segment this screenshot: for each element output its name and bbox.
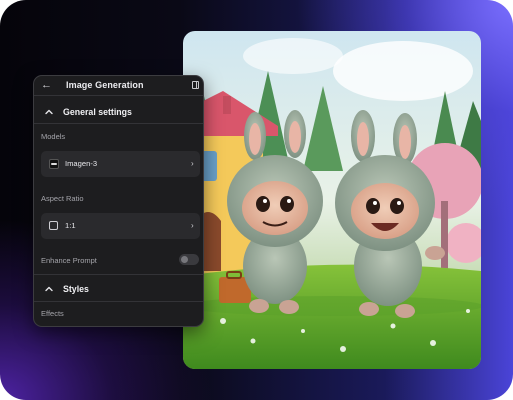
aspect-ratio-select[interactable]: 1:1 › — [41, 213, 200, 239]
arrow-left-icon[interactable]: ← — [41, 79, 52, 91]
panel-right-icon[interactable] — [192, 81, 199, 89]
panel-title: Image Generation — [66, 80, 144, 90]
generated-image[interactable] — [183, 31, 481, 369]
hero-card: ← Image Generation General settings Mode… — [0, 0, 513, 400]
section-styles[interactable]: Styles — [34, 280, 203, 300]
chevron-right-icon: › — [191, 159, 194, 168]
aspect-ratio-label: Aspect Ratio — [41, 194, 84, 203]
chevron-right-icon: › — [191, 221, 194, 230]
section-title: Styles — [63, 284, 89, 294]
divider — [34, 123, 203, 124]
model-icon — [49, 159, 59, 169]
chevron-up-icon — [45, 109, 53, 115]
toggle-knob — [181, 256, 188, 263]
section-title: General settings — [63, 107, 132, 117]
panel-header: ← Image Generation — [34, 76, 203, 96]
square-icon — [49, 221, 58, 230]
models-value: Imagen-3 — [65, 159, 98, 168]
effects-label: Effects — [41, 309, 64, 318]
image-generation-panel: ← Image Generation General settings Mode… — [33, 75, 204, 327]
enhance-prompt-label: Enhance Prompt — [41, 256, 97, 265]
divider — [34, 301, 203, 302]
chevron-up-icon — [45, 286, 53, 292]
models-select[interactable]: Imagen-3 › — [41, 151, 200, 177]
divider — [34, 274, 203, 275]
aspect-ratio-value: 1:1 — [65, 221, 76, 230]
enhance-prompt-toggle[interactable] — [179, 254, 199, 265]
models-label: Models — [41, 132, 66, 141]
section-general-settings[interactable]: General settings — [34, 103, 203, 123]
